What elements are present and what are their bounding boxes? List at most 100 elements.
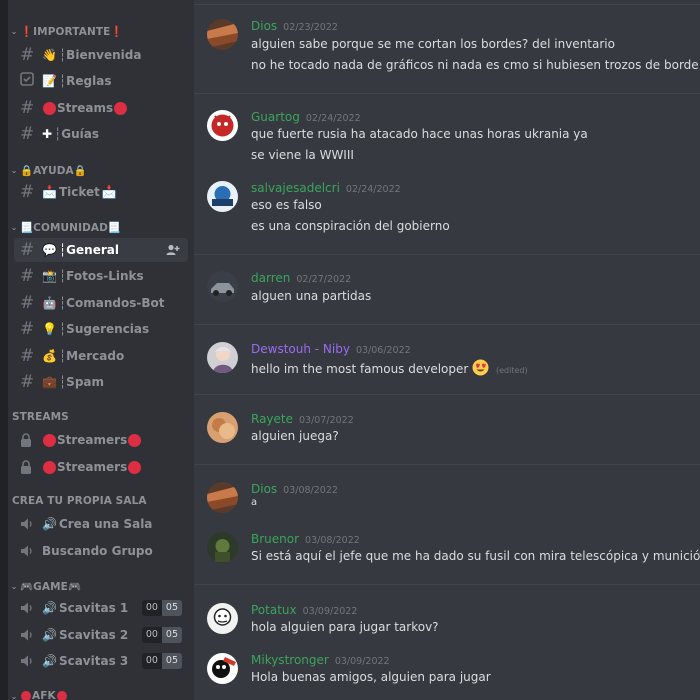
speaker-emoji-icon: 🔊 (42, 654, 57, 668)
channel-label: Streams (57, 101, 114, 115)
channel-streams[interactable]: # Streams (14, 96, 188, 120)
category-label: CREA TU PROPIA SALA (12, 495, 147, 507)
message-author[interactable]: salvajesadelcri 02/24/2022 (251, 181, 401, 195)
message-divider (194, 464, 700, 465)
channel-sidebar: ⌄ ❗IMPORTANTE❗ # 👋 ┆Bienvenida 📝 ┆Reglas… (8, 0, 194, 700)
message-author[interactable]: Dios 03/08/2022 (251, 482, 338, 496)
robot-emoji-icon: 🤖 (42, 296, 57, 310)
red-circle-icon (56, 691, 67, 700)
channel-mercado[interactable]: # 💰 ┆Mercado (14, 344, 188, 368)
author-name: Rayete (251, 412, 293, 426)
avatar[interactable] (207, 271, 238, 302)
voice-channel-scavitas-1[interactable]: 🔊 Scavitas 1 00 05 (14, 596, 188, 620)
user-limit: 05 (161, 627, 182, 643)
message-text: Hola buenas amigos, alguien para jugar (251, 670, 491, 684)
channel-general[interactable]: # 💬 ┆General (14, 238, 188, 262)
message-text: alguen una partidas (251, 289, 372, 303)
category-afk[interactable]: ⌄ AFK (8, 688, 68, 700)
channel-label: ┆Reglas (58, 74, 112, 88)
lock-icon (20, 459, 40, 475)
category-streams[interactable]: STREAMS (8, 409, 69, 425)
channel-label: Crea una Sala (58, 517, 153, 531)
channel-label: ┆Guías (54, 127, 100, 141)
channel-label: ┆Mercado (58, 349, 125, 363)
avatar[interactable] (207, 342, 238, 373)
channel-bienvenida[interactable]: # 👋 ┆Bienvenida (14, 43, 188, 67)
hash-icon: # (20, 292, 35, 313)
channel-ticket[interactable]: # 📩 Ticket 📩 (14, 180, 188, 204)
camera-emoji-icon: 📸 (42, 269, 57, 283)
envelope-emoji-icon: 📩 (42, 185, 57, 199)
voice-channel-scavitas-2[interactable]: 🔊 Scavitas 2 00 05 (14, 623, 188, 647)
author-name: Mikystronger (251, 653, 329, 667)
channel-spam[interactable]: # 💼 ┆Spam (14, 370, 188, 394)
speaker-icon (20, 627, 40, 643)
speaker-icon (20, 516, 40, 532)
avatar[interactable] (207, 482, 238, 513)
speech-bubble-emoji-icon: 💬 (42, 243, 57, 257)
author-name: Dewstouh - Niby (251, 342, 350, 356)
channel-guias[interactable]: # ✚ ┆Guías (14, 122, 188, 146)
hash-icon: # (20, 265, 35, 286)
category-crea-tu-propia-sala[interactable]: CREA TU PROPIA SALA (8, 493, 147, 509)
category-ayuda[interactable]: ⌄ 🔒AYUDA🔒 (8, 162, 87, 178)
category-importante[interactable]: ⌄ ❗IMPORTANTE❗ (8, 23, 124, 39)
avatar[interactable] (207, 532, 238, 563)
add-member-icon[interactable] (166, 243, 180, 257)
channel-streamers-1[interactable]: Streamers (14, 428, 188, 452)
category-comunidad[interactable]: ⌄ 📃COMUNIDAD📃 (8, 219, 121, 235)
channel-sugerencias[interactable]: # 💡 ┆Sugerencias (14, 317, 188, 341)
lock-icon (20, 432, 40, 448)
avatar[interactable] (207, 412, 238, 443)
message-list[interactable]: Dios 02/23/2022 alguien sabe porque se me… (194, 0, 700, 700)
message-timestamp: 03/09/2022 (334, 656, 390, 667)
user-limit-badge: 00 05 (141, 627, 182, 643)
message-timestamp: 03/08/2022 (283, 485, 338, 496)
avatar[interactable] (207, 181, 238, 212)
message-text: no he tocado nada de gráficos ni nada es… (251, 58, 700, 72)
hash-icon: # (20, 239, 35, 260)
author-name: Guartog (251, 110, 300, 124)
voice-channel-buscando-grupo[interactable]: Buscando Grupo (14, 539, 188, 563)
category-label: ❗IMPORTANTE❗ (20, 25, 124, 38)
message-text: que fuerte rusia ha atacado hace unas ho… (251, 127, 588, 141)
rules-channel-icon (20, 72, 40, 90)
message-author[interactable]: darren 02/27/2022 (251, 271, 351, 285)
user-count: 00 (141, 653, 162, 669)
message-timestamp: 02/24/2022 (345, 184, 401, 195)
message-author[interactable]: Dios 02/23/2022 (251, 19, 338, 33)
channel-streamers-2[interactable]: Streamers (14, 455, 188, 479)
category-game[interactable]: ⌄ 🎮GAME🎮 (8, 578, 81, 594)
channel-reglas[interactable]: 📝 ┆Reglas (14, 69, 188, 93)
message-author[interactable]: Dewstouh - Niby 03/06/2022 (251, 342, 411, 356)
avatar[interactable] (207, 603, 238, 634)
avatar[interactable] (207, 19, 238, 50)
red-circle-icon (114, 101, 128, 115)
message-author[interactable]: Potatux 03/09/2022 (251, 603, 357, 617)
channel-comandos-bot[interactable]: # 🤖 ┆Comandos-Bot (14, 291, 188, 315)
author-name: Bruenor (251, 532, 300, 546)
category-label: AFK (32, 690, 56, 700)
user-limit-badge: 00 05 (141, 653, 182, 669)
message-text: alguien juega? (251, 429, 339, 443)
message-author[interactable]: Rayete 03/07/2022 (251, 412, 354, 426)
message-timestamp: 03/08/2022 (305, 535, 360, 546)
user-limit-badge: 00 05 (141, 600, 182, 616)
message-author[interactable]: Mikystronger 03/09/2022 (251, 653, 390, 667)
channel-fotos-links[interactable]: # 📸 ┆Fotos-Links (14, 264, 188, 288)
message-text: se viene la WWIII (251, 148, 354, 162)
voice-channel-scavitas-3[interactable]: 🔊 Scavitas 3 00 05 (14, 649, 188, 673)
avatar[interactable] (207, 110, 238, 141)
avatar[interactable] (207, 653, 238, 684)
cross-icon: ✚ (42, 127, 53, 141)
message-author[interactable]: Guartog 02/24/2022 (251, 110, 361, 124)
server-list-strip (0, 0, 8, 700)
user-limit: 05 (161, 653, 182, 669)
hash-icon: # (20, 318, 35, 339)
briefcase-emoji-icon: 💼 (42, 375, 57, 389)
message-author[interactable]: Bruenor 03/08/2022 (251, 532, 360, 546)
lightbulb-emoji-icon: 💡 (42, 322, 57, 336)
message-text: hola alguien para jugar tarkov? (251, 620, 439, 634)
channel-label: Scavitas 2 (58, 628, 129, 642)
voice-channel-crea-una-sala[interactable]: 🔊 Crea una Sala (14, 512, 188, 536)
